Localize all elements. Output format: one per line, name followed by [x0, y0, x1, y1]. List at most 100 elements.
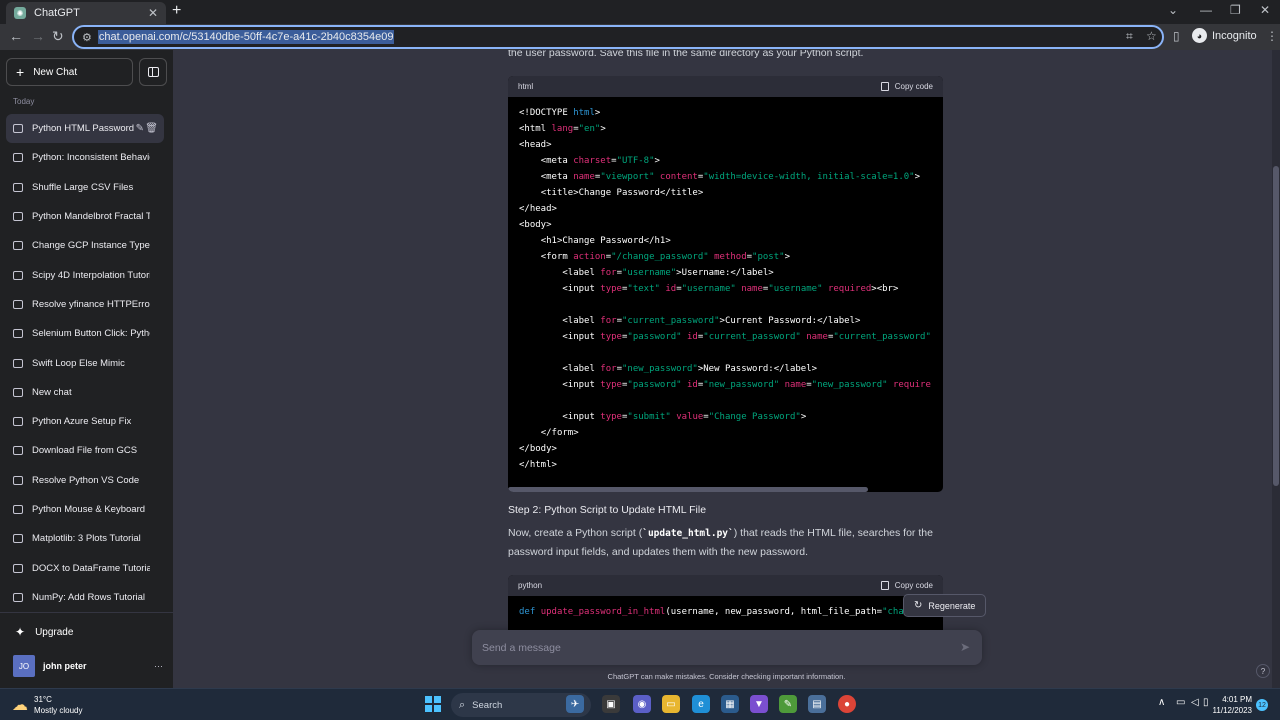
- sidebar-chat-label: Python Mouse & Keyboard: [32, 504, 146, 515]
- side-panel-icon[interactable]: ▯: [1173, 29, 1180, 43]
- code-header: python Copy code: [508, 575, 943, 596]
- sidebar-chat-label: Python: Inconsistent Behavior: [32, 152, 150, 164]
- url-text[interactable]: chat.openai.com/c/53140dbe-50ff-4c7e-a41…: [97, 30, 395, 44]
- chat-bubble-icon: [13, 417, 23, 427]
- sidebar-chat-item[interactable]: DOCX to DataFrame Tutorial: [6, 553, 164, 582]
- sidebar-chat-item[interactable]: Scipy 4D Interpolation Tutorial: [6, 260, 164, 289]
- notepad-app-icon[interactable]: ✎: [779, 695, 797, 713]
- incognito-icon: ◕: [1192, 28, 1207, 43]
- message-input[interactable]: [482, 641, 942, 654]
- windows-start-icon[interactable]: [425, 696, 441, 712]
- sidebar-chat-item[interactable]: Python Mandelbrot Fractal Tutorial: [6, 202, 164, 231]
- photos-app-icon[interactable]: ▤: [808, 695, 826, 713]
- tray-chevron-icon[interactable]: ∧: [1158, 697, 1165, 708]
- sidebar-chat-item[interactable]: Download File from GCS: [6, 436, 164, 465]
- sidebar-chat-label: New chat: [32, 386, 72, 398]
- more-options-icon[interactable]: ···: [154, 661, 163, 671]
- copy-code-button[interactable]: Copy code: [880, 581, 933, 590]
- temperature: 31°C: [34, 695, 52, 704]
- step-2-heading: Step 2: Python Script to Update HTML Fil…: [508, 504, 707, 516]
- chatgpt-favicon-icon: ✺: [14, 7, 26, 19]
- toggle-sidebar-button[interactable]: [139, 58, 167, 86]
- notification-badge[interactable]: 12: [1256, 699, 1268, 711]
- tab-search-icon[interactable]: ⌄: [1168, 3, 1178, 17]
- new-chat-button[interactable]: + New Chat: [6, 58, 133, 86]
- sidebar: + New Chat Today Python HTML Password ✎ 🗑 P…: [0, 50, 173, 688]
- chrome-browser-icon[interactable]: ●: [838, 695, 856, 713]
- speaker-icon[interactable]: ◁: [1191, 697, 1199, 708]
- site-info-icon[interactable]: ⚙: [82, 31, 92, 44]
- sidebar-chat-item[interactable]: New chat: [6, 378, 164, 407]
- sidebar-chat-item[interactable]: Resolve Python VS Code: [6, 466, 164, 495]
- scrollbar-thumb[interactable]: [1273, 166, 1279, 486]
- close-tab-icon[interactable]: ✕: [148, 6, 158, 20]
- sidebar-chat-item[interactable]: Python HTML Password ✎ 🗑: [6, 114, 164, 144]
- regenerate-label: Regenerate: [928, 600, 976, 611]
- browser-tab[interactable]: ✺ ChatGPT ✕: [6, 2, 166, 24]
- intro-text: the user password. Save this file in the…: [508, 50, 864, 59]
- vpn-app-icon[interactable]: ▼: [750, 695, 768, 713]
- sidebar-chat-item[interactable]: Selenium Button Click: Python: [6, 319, 164, 348]
- weather-widget[interactable]: ☁ 31°C Mostly cloudy: [12, 694, 82, 716]
- sidebar-chat-item[interactable]: NumPy: Add Rows Tutorial: [6, 583, 164, 612]
- sidebar-chat-label: Python Mandelbrot Fractal Tutorial: [32, 211, 150, 223]
- user-menu[interactable]: JO john peter ···: [13, 655, 163, 677]
- reload-icon[interactable]: ↻: [52, 28, 64, 45]
- sidebar-chat-item[interactable]: Python Mouse & Keyboard: [6, 495, 164, 524]
- page-scrollbar[interactable]: [1272, 50, 1280, 688]
- task-view-icon[interactable]: ▣: [602, 695, 620, 713]
- store-icon[interactable]: ▦: [721, 695, 739, 713]
- copy-code-button[interactable]: Copy code: [880, 82, 933, 91]
- close-window-icon[interactable]: ✕: [1260, 3, 1270, 17]
- regenerate-button[interactable]: ↻ Regenerate: [903, 594, 987, 617]
- sidebar-chat-label: Swift Loop Else Mimic: [32, 357, 125, 369]
- weather-condition: Mostly cloudy: [34, 706, 83, 715]
- sidebar-chat-item[interactable]: Matplotlib: 3 Plots Tutorial: [6, 524, 164, 553]
- search-highlight-icon: ✈: [566, 695, 584, 713]
- network-icon[interactable]: ▭: [1176, 697, 1185, 708]
- copy-code-label: Copy code: [894, 82, 933, 91]
- sidebar-chat-item[interactable]: Change GCP Instance Type: [6, 231, 164, 260]
- search-icon: ⌕: [459, 698, 466, 711]
- refresh-icon: ↻: [914, 600, 923, 611]
- code-horizontal-scrollbar[interactable]: [508, 487, 868, 492]
- sidebar-chat-item[interactable]: Shuffle Large CSV Files: [6, 173, 164, 202]
- sidebar-chat-item[interactable]: Python Azure Setup Fix: [6, 407, 164, 436]
- sidebar-chat-item[interactable]: Resolve yfinance HTTPError: [6, 290, 164, 319]
- file-explorer-icon[interactable]: ▭: [662, 695, 680, 713]
- html-code-block: html Copy code <!DOCTYPE html> <html lan…: [508, 76, 943, 492]
- send-icon[interactable]: ➤: [960, 640, 970, 654]
- bookmark-star-icon[interactable]: ☆: [1146, 29, 1157, 43]
- forward-icon[interactable]: →: [31, 28, 45, 44]
- sidebar-chat-label: Selenium Button Click: Python: [32, 328, 150, 340]
- sidebar-chat-item[interactable]: Python: Inconsistent Behavior: [6, 143, 164, 172]
- code-content: def update_password_in_html(username, ne…: [519, 607, 915, 617]
- chat-app-icon[interactable]: ◉: [633, 695, 651, 713]
- upgrade-button[interactable]: ✦ Upgrade: [15, 625, 73, 639]
- incognito-indicator[interactable]: ◕ Incognito: [1192, 28, 1257, 43]
- chat-main: the user password. Save this file in the…: [173, 50, 1280, 688]
- system-clock[interactable]: 4:01 PM 11/12/2023: [1210, 694, 1252, 716]
- browser-tab-bar: ✺ ChatGPT ✕ + ⌄ — ❐ ✕: [0, 0, 1280, 24]
- minimize-icon[interactable]: —: [1200, 3, 1212, 17]
- battery-icon[interactable]: ▯: [1203, 697, 1209, 708]
- back-icon[interactable]: ←: [9, 28, 23, 44]
- browser-toolbar: ← → ↻ ⚙ chat.openai.com/c/53140dbe-50ff-…: [0, 24, 1280, 50]
- step-2-description: Now, create a Python script (`update_htm…: [508, 524, 948, 562]
- clock-time: 4:01 PM: [1222, 695, 1252, 704]
- edge-browser-icon[interactable]: e: [692, 695, 710, 713]
- sidebar-chat-item[interactable]: Swift Loop Else Mimic: [6, 348, 164, 377]
- python-code-block: python Copy code def update_password_in_…: [508, 575, 943, 635]
- address-bar[interactable]: ⚙ chat.openai.com/c/53140dbe-50ff-4c7e-a…: [72, 25, 1164, 49]
- sidebar-footer: ✦ Upgrade JO john peter ···: [0, 612, 173, 677]
- browser-menu-icon[interactable]: ⋮: [1266, 29, 1278, 43]
- grid-icon[interactable]: ⌗: [1126, 29, 1133, 44]
- edit-icon[interactable]: ✎: [135, 123, 144, 135]
- restore-icon[interactable]: ❐: [1230, 3, 1241, 17]
- delete-icon[interactable]: 🗑: [145, 123, 158, 135]
- chat-bubble-icon: [13, 153, 23, 163]
- sidebar-chat-label: Resolve yfinance HTTPError: [32, 298, 150, 310]
- sidebar-toggle-icon: [147, 67, 159, 77]
- new-tab-button[interactable]: +: [172, 2, 181, 20]
- help-button[interactable]: ?: [1256, 664, 1270, 678]
